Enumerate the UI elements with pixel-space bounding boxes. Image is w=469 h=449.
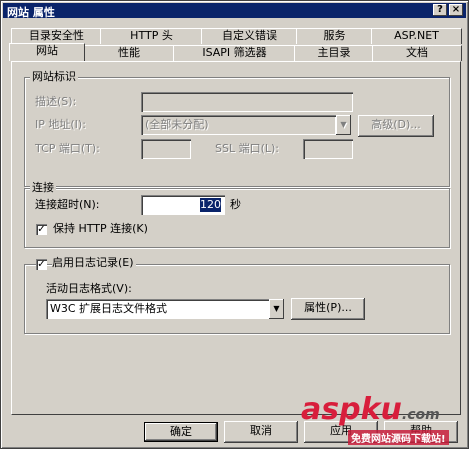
keepalive-checkbox[interactable]: ✓ xyxy=(36,224,47,235)
tab-directory-security[interactable]: 目录安全性 xyxy=(11,28,102,44)
title-bar: 网站 属性 ? × xyxy=(3,3,466,19)
log-format-select[interactable]: W3C 扩展日志文件格式 xyxy=(46,299,269,319)
tab-custom-errors[interactable]: 自定义错误 xyxy=(201,28,298,44)
tab-panel: 网站标识 描述(S): IP 地址(I): (全部未分配) ▼ 高级(D)...… xyxy=(11,61,461,415)
log-format-value: W3C 扩展日志文件格式 xyxy=(50,302,168,315)
enable-logging-checkbox[interactable]: ✓ xyxy=(36,259,47,270)
tab-service[interactable]: 服务 xyxy=(296,28,373,44)
site-id-group-label: 网站标识 xyxy=(30,70,78,83)
cancel-button[interactable]: 取消 xyxy=(224,421,298,443)
enable-logging-label[interactable]: 启用日志记录(E) xyxy=(52,256,136,270)
log-properties-button[interactable]: 属性(P)... xyxy=(291,298,365,320)
timeout-label: 连接超时(N): xyxy=(35,198,100,211)
tab-aspnet[interactable]: ASP.NET xyxy=(371,28,462,44)
properties-dialog: 网站 属性 ? × 目录安全性 HTTP 头 自定义错误 服务 ASP.NET … xyxy=(0,0,469,449)
timeout-unit: 秒 xyxy=(230,198,241,211)
watermark-subtitle: 免费网站源码下载站! xyxy=(348,430,449,445)
tcp-port-field[interactable] xyxy=(141,139,191,159)
connection-group xyxy=(24,188,450,248)
close-title-button[interactable]: × xyxy=(449,4,463,16)
connection-group-label: 连接 xyxy=(30,181,56,194)
timeout-field[interactable]: 120 xyxy=(141,195,225,215)
watermark-tld: .com xyxy=(401,407,440,423)
tcp-port-label: TCP 端口(T): xyxy=(35,142,100,155)
tab-isapi-filters[interactable]: ISAPI 筛选器 xyxy=(173,45,296,61)
tab-home-directory[interactable]: 主目录 xyxy=(294,45,374,61)
tab-documents[interactable]: 文档 xyxy=(372,45,462,61)
ssl-port-label: SSL 端口(L): xyxy=(215,142,280,155)
keepalive-label[interactable]: 保持 HTTP 连接(K) xyxy=(53,222,148,236)
timeout-value: 120 xyxy=(200,198,221,212)
log-format-label: 活动日志格式(V): xyxy=(46,282,132,295)
ssl-port-field[interactable] xyxy=(303,139,353,159)
advanced-button[interactable]: 高级(D)... xyxy=(358,115,434,137)
ip-address-label: IP 地址(I): xyxy=(35,118,86,131)
watermark-logo: aspku.com xyxy=(301,392,440,427)
tab-website[interactable]: 网站 xyxy=(9,43,85,61)
description-label: 描述(S): xyxy=(35,95,77,108)
help-title-button[interactable]: ? xyxy=(433,4,447,16)
window-title: 网站 属性 xyxy=(7,6,55,19)
tab-performance[interactable]: 性能 xyxy=(83,45,175,61)
chevron-down-icon[interactable]: ▼ xyxy=(269,299,284,319)
chevron-down-icon[interactable]: ▼ xyxy=(336,115,351,135)
watermark-brand: aspku xyxy=(301,392,402,427)
ok-button[interactable]: 确定 xyxy=(144,422,218,442)
tab-http-headers[interactable]: HTTP 头 xyxy=(100,28,203,44)
description-field[interactable] xyxy=(141,92,353,112)
ip-address-select[interactable]: (全部未分配) xyxy=(141,115,336,135)
ip-address-value: (全部未分配) xyxy=(145,118,209,131)
